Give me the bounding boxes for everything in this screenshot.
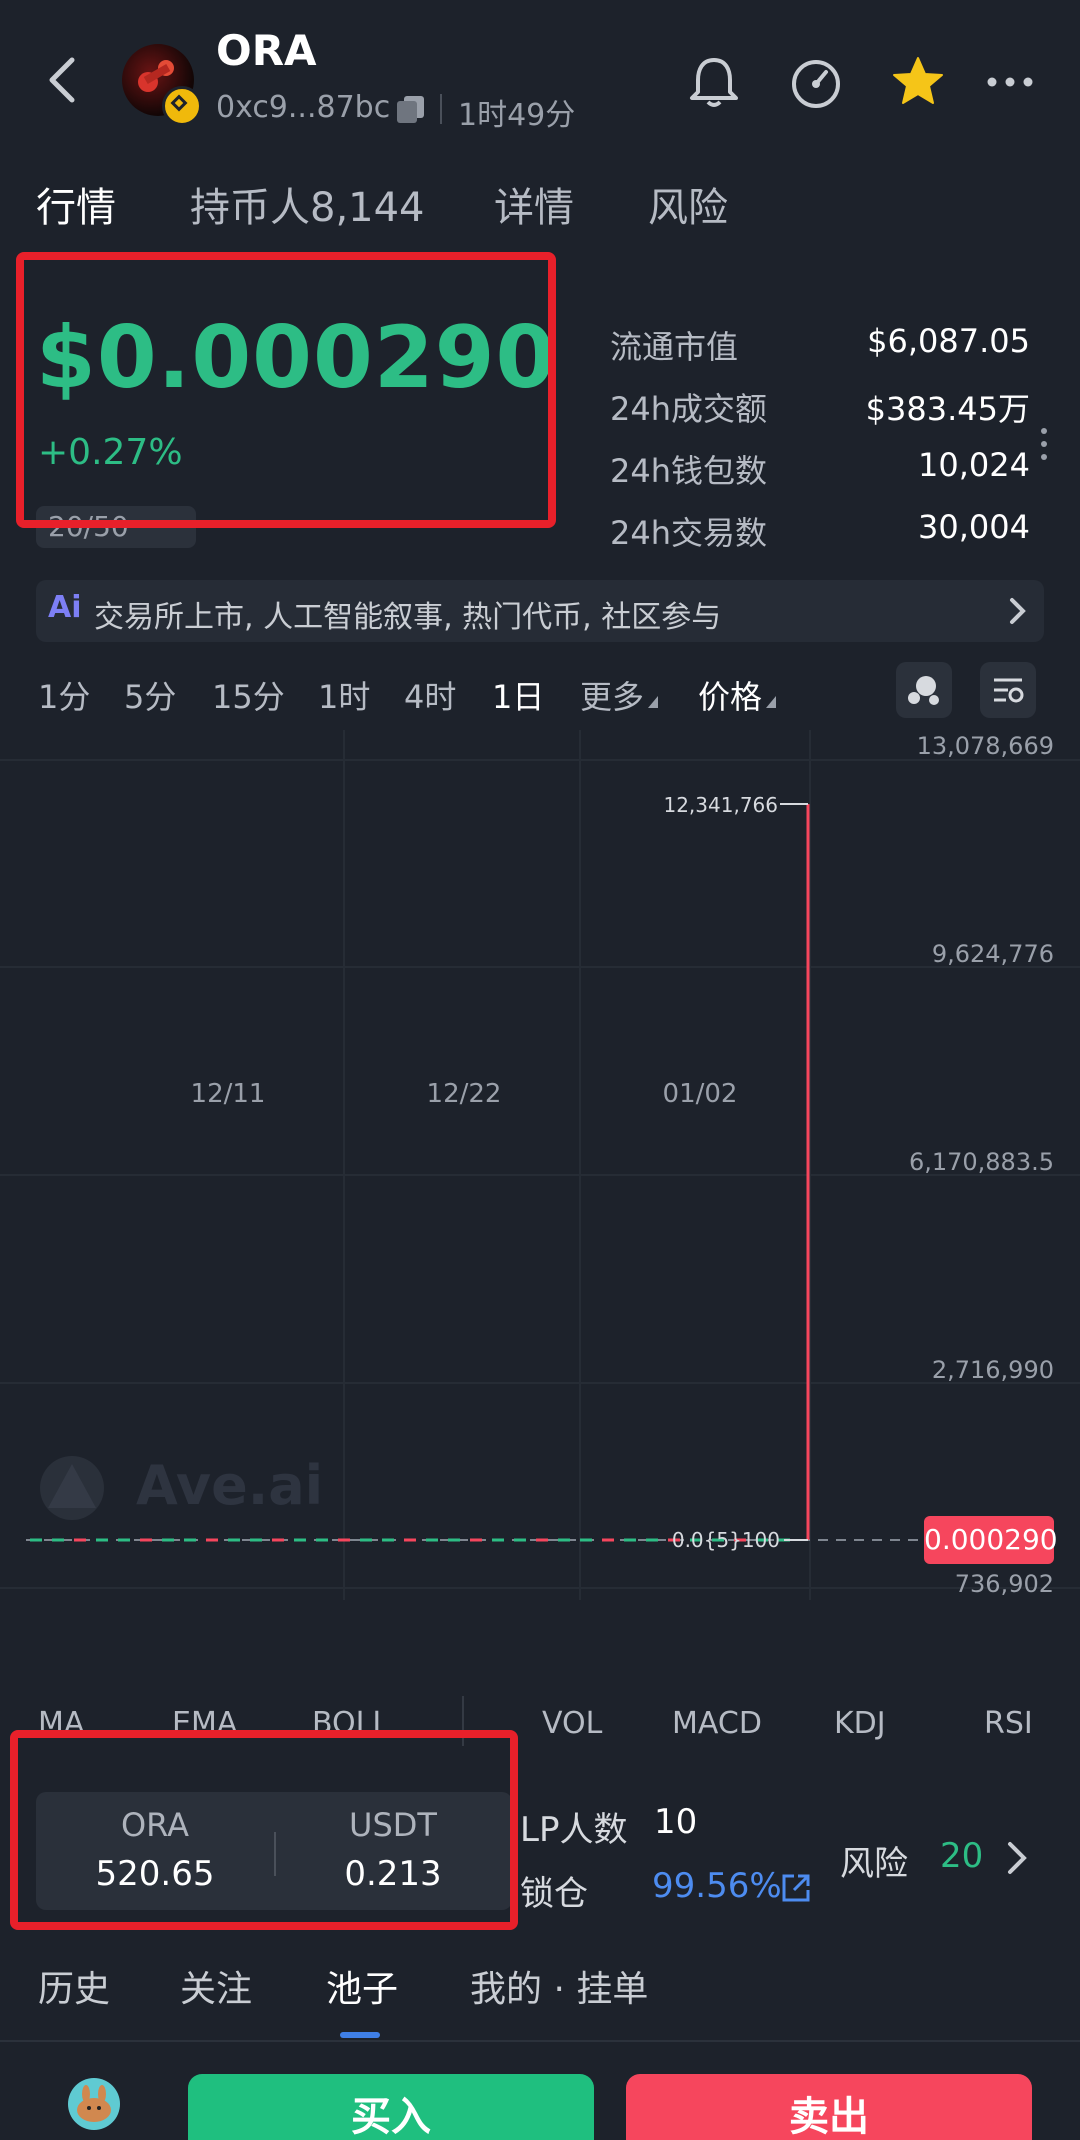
stat-label: 流通市值 (610, 328, 739, 366)
sell-button[interactable]: 卖出 (626, 2074, 1032, 2140)
highlight-box-price (16, 252, 556, 528)
tab-pool[interactable]: 池子 (326, 1960, 398, 2012)
timeframe-more-label: 更多 (580, 678, 645, 716)
lp-count-label: LP人数 (520, 1810, 628, 1850)
indicator-vol[interactable]: VOL (542, 1706, 602, 1741)
tab-risk[interactable]: 风险 (648, 175, 728, 233)
timeframe-5m[interactable]: 5分 (124, 672, 176, 718)
timeframe-more[interactable]: 更多 (580, 672, 659, 718)
stat-label: 24h钱包数 (610, 452, 768, 490)
y-tick-label: 13,078,669 (917, 732, 1054, 760)
risk-score[interactable]: 20 (940, 1836, 983, 1876)
x-axis: 12/11 12/22 01/02 (191, 1079, 738, 1109)
current-price-tag: 0.000290 (924, 1516, 1058, 1564)
chevron-right-icon[interactable] (1006, 1838, 1028, 1878)
timeframe-1m[interactable]: 1分 (38, 672, 90, 718)
x-tick-label: 01/02 (663, 1079, 738, 1109)
speedometer-icon[interactable] (786, 52, 846, 112)
timeframe-15m[interactable]: 15分 (212, 672, 285, 718)
highlight-box-pool (10, 1730, 518, 1930)
x-tick-label: 12/11 (191, 1079, 266, 1109)
star-icon[interactable] (888, 52, 948, 112)
timeframe-4h[interactable]: 4时 (404, 672, 456, 718)
stat-row: 24h钱包数 10,024 (610, 446, 1030, 496)
tab-history[interactable]: 历史 (38, 1960, 110, 2012)
token-detail-screen: ORA 0xc9...87bc 1时49分 行情 持币人8,144 详情 风险 … (0, 0, 1080, 2140)
header-divider (440, 94, 442, 124)
indicator-rsi[interactable]: RSI (984, 1706, 1033, 1741)
external-link-icon[interactable] (778, 1870, 814, 1906)
stat-value: $383.45万 (865, 390, 1030, 428)
chart-style-button[interactable] (896, 662, 952, 718)
stat-row: 24h交易数 30,004 (610, 508, 1030, 558)
timeframe-1d[interactable]: 1日 (492, 672, 544, 718)
stat-row: 24h成交额 $383.45万 (610, 384, 1030, 434)
ai-tags-bar[interactable]: Ai 交易所上市, 人工智能叙事, 热门代币, 社区参与 (36, 580, 1044, 642)
token-address: 0xc9...87bc (216, 90, 391, 125)
tab-holders[interactable]: 持币人8,144 (190, 175, 425, 233)
y-tick-label: 2,716,990 (932, 1356, 1054, 1384)
more-icon[interactable] (980, 52, 1040, 112)
lock-value[interactable]: 99.56% (652, 1866, 782, 1906)
chain-badge-icon (162, 86, 202, 126)
indicator-kdj[interactable]: KDJ (834, 1706, 886, 1741)
stats-more-icon[interactable] (1040, 426, 1048, 462)
buy-button[interactable]: 买入 (188, 2074, 594, 2140)
timeframe-1h[interactable]: 1时 (318, 672, 370, 718)
peak-label: 12,341,766 (663, 793, 778, 817)
chart-mode-label: 价格 (698, 678, 763, 716)
back-icon[interactable] (40, 52, 84, 108)
tab-details[interactable]: 详情 (494, 175, 574, 233)
token-age: 1时49分 (458, 98, 576, 133)
stat-value: $6,087.05 (867, 322, 1030, 360)
ai-tags-text: 交易所上市, 人工智能叙事, 热门代币, 社区参与 (94, 600, 722, 635)
y-tick-label: 9,624,776 (932, 940, 1054, 968)
copy-icon[interactable] (394, 94, 428, 124)
low-label: 0.0{5}100 (672, 1528, 780, 1552)
indicator-macd[interactable]: MACD (672, 1706, 762, 1741)
tab-watch[interactable]: 关注 (180, 1960, 252, 2012)
stat-value: 30,004 (918, 508, 1030, 546)
tab-my-orders[interactable]: 我的 · 挂单 (470, 1960, 648, 2012)
risk-label[interactable]: 风险 (840, 1836, 908, 1885)
header: ORA 0xc9...87bc 1时49分 (0, 0, 1080, 160)
stat-label: 24h成交额 (610, 390, 768, 428)
chart-watermark: Ave.ai (136, 1454, 324, 1517)
dropdown-triangle-icon (648, 696, 659, 708)
stat-label: 24h交易数 (610, 514, 768, 552)
chart-marks: 12,341,766 0.0{5}100 (26, 793, 920, 1552)
chart-settings-button[interactable] (980, 662, 1036, 718)
top-tabs: 行情 持币人8,144 详情 风险 (0, 175, 1080, 245)
lock-label: 锁仓 (520, 1874, 588, 1914)
bell-icon[interactable] (684, 52, 744, 112)
active-tab-indicator (340, 2032, 380, 2038)
x-tick-label: 12/22 (427, 1079, 502, 1109)
lp-count-value: 10 (654, 1802, 698, 1842)
token-name: ORA (216, 26, 317, 75)
ai-logo-icon: Ai (48, 590, 82, 625)
chart-settings-icon (994, 678, 1024, 703)
ave-logo-icon (40, 1456, 104, 1520)
chart-mode-price[interactable]: 价格 (698, 672, 777, 718)
y-axis: 13,078,669 9,624,776 6,170,883.5 2,716,990 7… (909, 732, 1054, 1598)
stat-row: 流通市值 $6,087.05 (610, 322, 1030, 372)
y-tick-label: 736,902 (955, 1570, 1054, 1598)
dropdown-triangle-icon (766, 696, 777, 708)
bubbles-icon (908, 676, 939, 705)
stat-value: 10,024 (918, 446, 1030, 484)
y-tick-label: 6,170,883.5 (909, 1148, 1054, 1176)
tab-market[interactable]: 行情 (36, 175, 116, 233)
tabs-divider (0, 2040, 1080, 2042)
chevron-right-icon (1010, 598, 1026, 624)
pancakeswap-icon[interactable] (68, 2078, 120, 2130)
